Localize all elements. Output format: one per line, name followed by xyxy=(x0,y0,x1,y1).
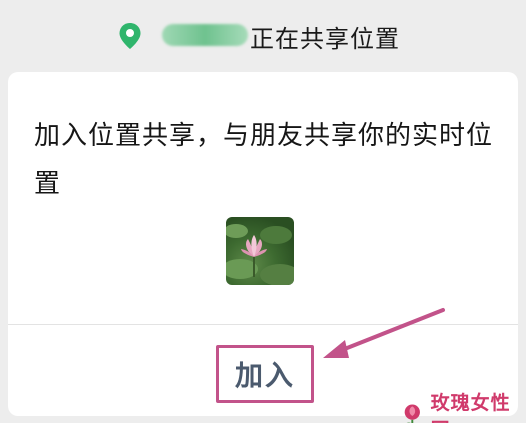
join-button[interactable]: 加入 xyxy=(216,345,314,403)
sharing-status-bar: 正在共享位置 xyxy=(0,0,526,70)
watermark: 玫瑰女性网 xyxy=(398,388,526,423)
lotus-image xyxy=(226,224,294,285)
rose-logo-icon xyxy=(404,404,420,423)
watermark-text: 玫瑰女性网 xyxy=(430,392,511,423)
arrow-icon xyxy=(323,308,445,358)
invite-message: 加入位置共享，与朋友共享你的实时位置 xyxy=(34,121,494,199)
blurred-contact-name xyxy=(162,24,248,46)
sharing-status-text: 正在共享位置 xyxy=(250,25,400,53)
join-button-label: 加入 xyxy=(234,359,295,392)
avatar xyxy=(226,217,294,285)
location-pin-icon xyxy=(119,23,141,49)
